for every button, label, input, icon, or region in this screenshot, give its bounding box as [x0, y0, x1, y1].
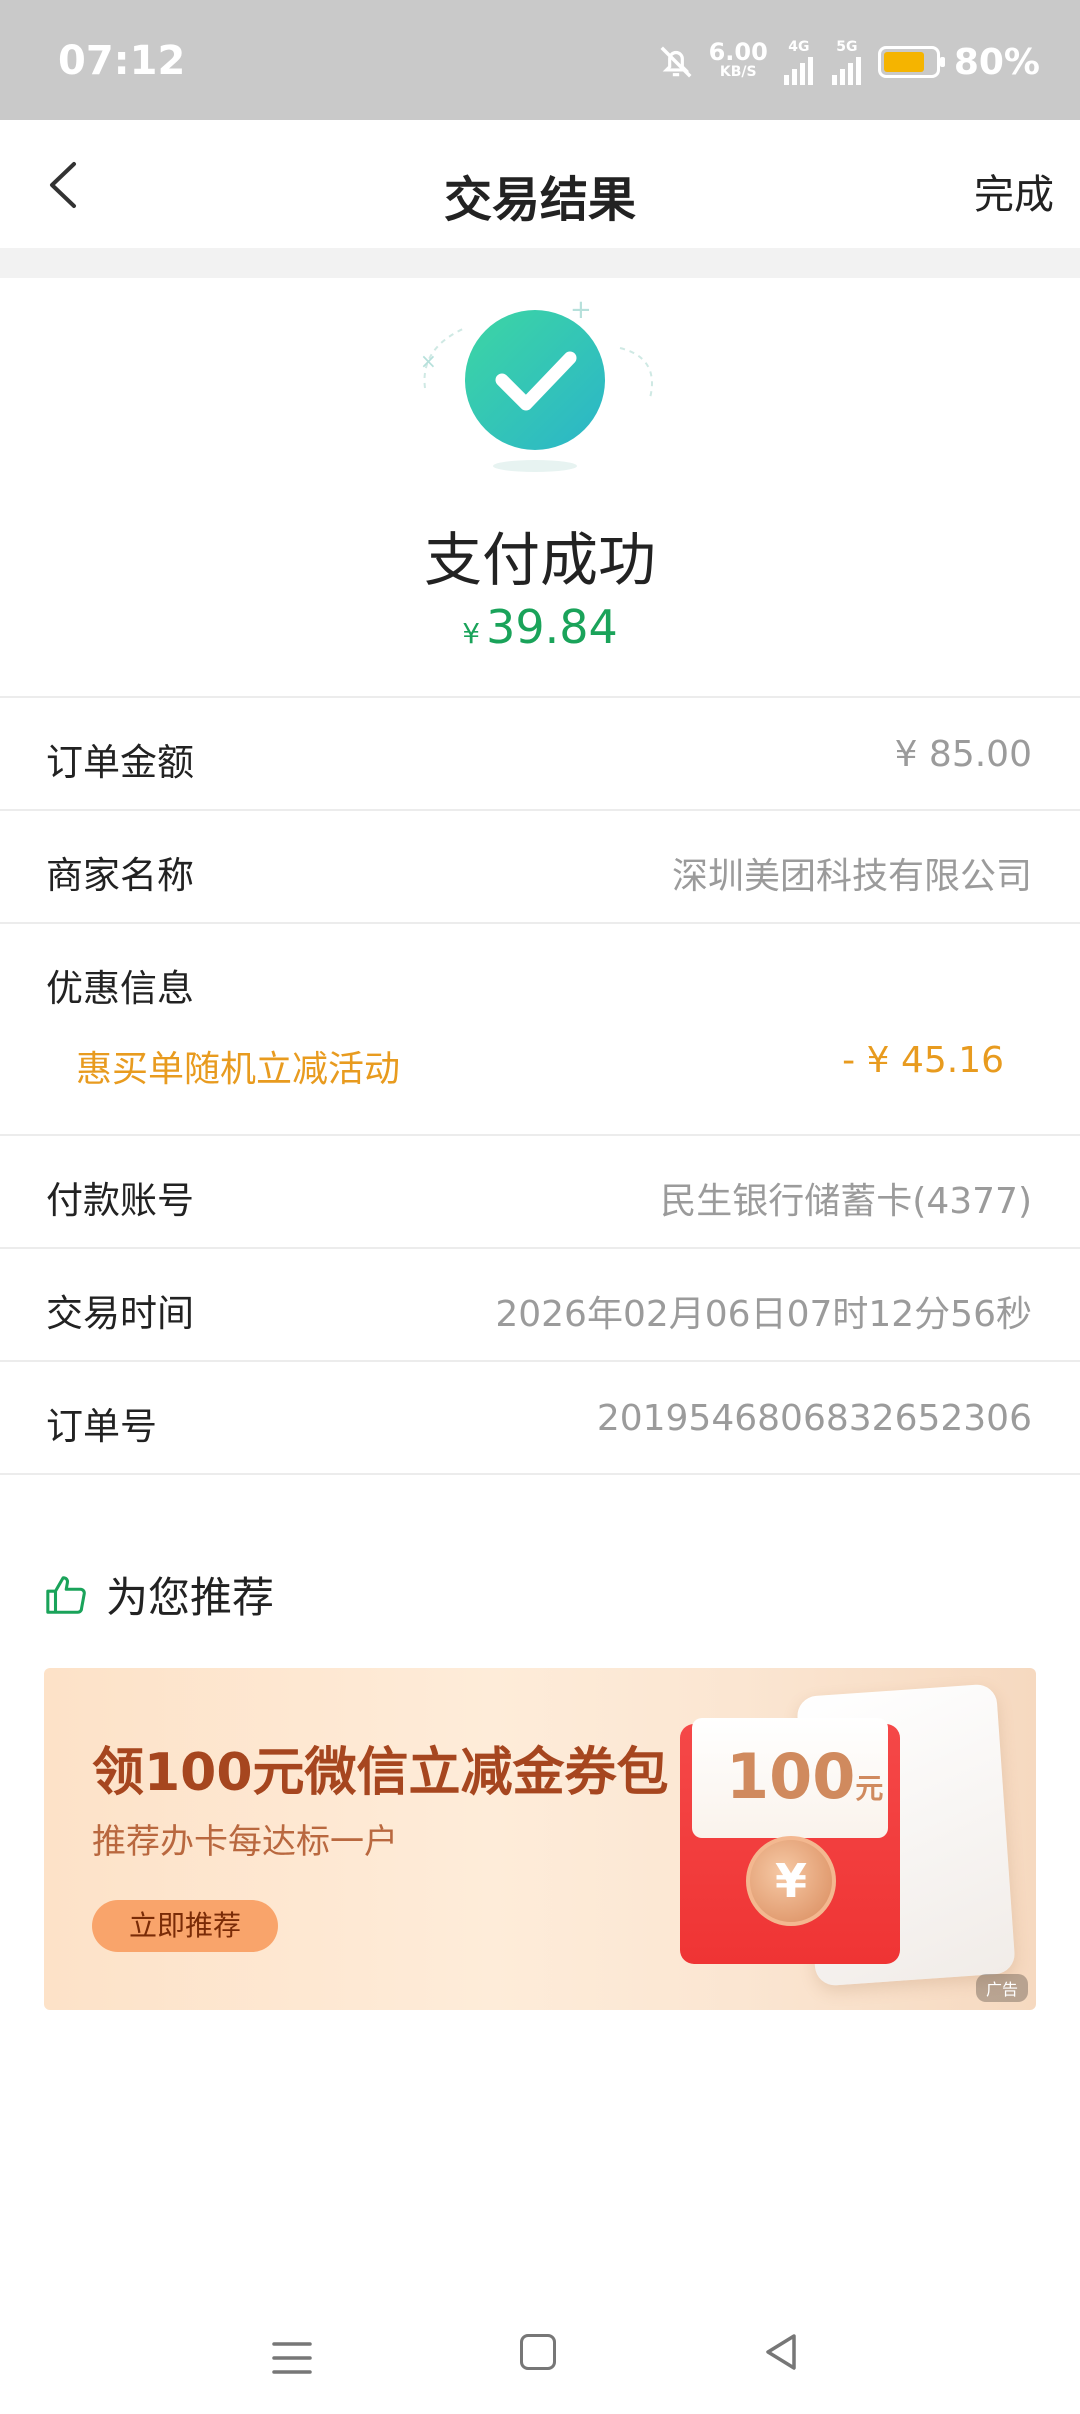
payment-amount-value: 39.84 — [486, 600, 618, 654]
signal-4g-label: 4G — [788, 39, 810, 55]
signal-5g: 5G — [830, 37, 864, 87]
ad-title: 领100元微信立减金券包 — [92, 1743, 669, 1803]
signal-bars-icon — [831, 57, 861, 85]
detail-label: 交易时间 — [46, 1292, 194, 1335]
recommend-now-button[interactable]: 立即推荐 — [92, 1900, 278, 1952]
ad-banner[interactable]: 领100元微信立减金券包 推荐办卡每达标一户 立即推荐 100元 ¥ 广告 — [44, 1668, 1036, 2010]
nav-bar: 交易结果 完成 — [0, 120, 1080, 248]
transaction-details: 订单金额 ¥ 85.00 商家名称 深圳美团科技有限公司 优惠信息 惠买单随机立… — [0, 696, 1080, 1475]
detail-row-time: 交易时间 2026年02月06日07时12分56秒 — [0, 1247, 1080, 1360]
red-envelope-image: 100元 ¥ — [680, 1718, 900, 1964]
detail-row-order-no: 订单号 2019546806832652306 — [0, 1360, 1080, 1473]
back-triangle-icon[interactable] — [760, 2330, 804, 2374]
success-check-icon: × + — [420, 295, 653, 472]
system-nav-bar — [0, 2300, 1080, 2414]
menu-icon[interactable] — [272, 2340, 312, 2376]
payment-status-title: 支付成功 — [423, 526, 656, 594]
voucher-amount-value: 100 — [726, 1740, 856, 1813]
voucher-amount-unit: 元 — [855, 1772, 884, 1805]
svg-text:+: + — [570, 295, 592, 325]
home-icon[interactable] — [520, 2334, 556, 2370]
signal-4g: 4G — [782, 37, 816, 87]
detail-label: 付款账号 — [46, 1179, 194, 1222]
recommend-header: 为您推荐 — [44, 1564, 274, 1625]
svg-text:×: × — [420, 349, 437, 373]
detail-value: 深圳美团科技有限公司 — [671, 856, 1032, 897]
status-bar: 07:12 6.00 KB/S 4G 5G 80% — [0, 0, 1080, 120]
divider — [0, 1473, 1080, 1475]
voucher-amount: 100元 — [726, 1740, 883, 1813]
signal-bars-icon — [783, 57, 813, 85]
battery-percent: 80% — [953, 41, 1040, 83]
ad-subtitle: 推荐办卡每达标一户 — [92, 1822, 398, 1862]
detail-row-merchant: 商家名称 深圳美团科技有限公司 — [0, 809, 1080, 922]
detail-row-order-amount: 订单金额 ¥ 85.00 — [0, 696, 1080, 809]
status-time: 07:12 — [58, 38, 186, 84]
recommend-title: 为您推荐 — [106, 1573, 275, 1622]
battery-fill — [883, 52, 924, 72]
detail-label: 订单金额 — [46, 741, 194, 784]
thumbs-up-icon — [46, 1575, 86, 1614]
detail-label: 优惠信息 — [46, 967, 194, 1010]
network-speed: 6.00 KB/S — [709, 40, 768, 82]
mute-bell-icon — [660, 46, 692, 78]
detail-label: 订单号 — [46, 1405, 157, 1448]
payment-result: × + 支付成功 ¥39.84 — [0, 278, 1080, 696]
battery-icon — [877, 46, 945, 78]
detail-row-account: 付款账号 民生银行储蓄卡(4377) — [0, 1134, 1080, 1247]
currency-symbol: ¥ — [462, 617, 481, 650]
detail-value: 民生银行储蓄卡(4377) — [660, 1181, 1032, 1222]
detail-label: 商家名称 — [46, 854, 194, 897]
yuan-coin-icon: ¥ — [746, 1836, 836, 1926]
detail-row-discount: 优惠信息 惠买单随机立减活动 - ¥ 45.16 — [0, 922, 1080, 1134]
discount-value: - ¥ 45.16 — [842, 1040, 1004, 1081]
discount-name: 惠买单随机立减活动 — [76, 1049, 401, 1090]
ad-tag: 广告 — [975, 1974, 1028, 2002]
detail-value: ¥ 85.00 — [894, 734, 1032, 775]
done-button[interactable]: 完成 — [974, 162, 1054, 220]
signal-5g-label: 5G — [836, 39, 858, 55]
voucher-paper: 100元 — [692, 1718, 888, 1838]
payment-amount: ¥39.84 — [0, 600, 1080, 654]
page-title: 交易结果 — [443, 172, 636, 228]
status-icons: 6.00 KB/S 4G 5G 80% — [657, 34, 1040, 90]
detail-value: 2019546806832652306 — [596, 1398, 1032, 1439]
divider-band — [0, 248, 1080, 278]
detail-value: 2026年02月06日07时12分56秒 — [495, 1294, 1032, 1335]
